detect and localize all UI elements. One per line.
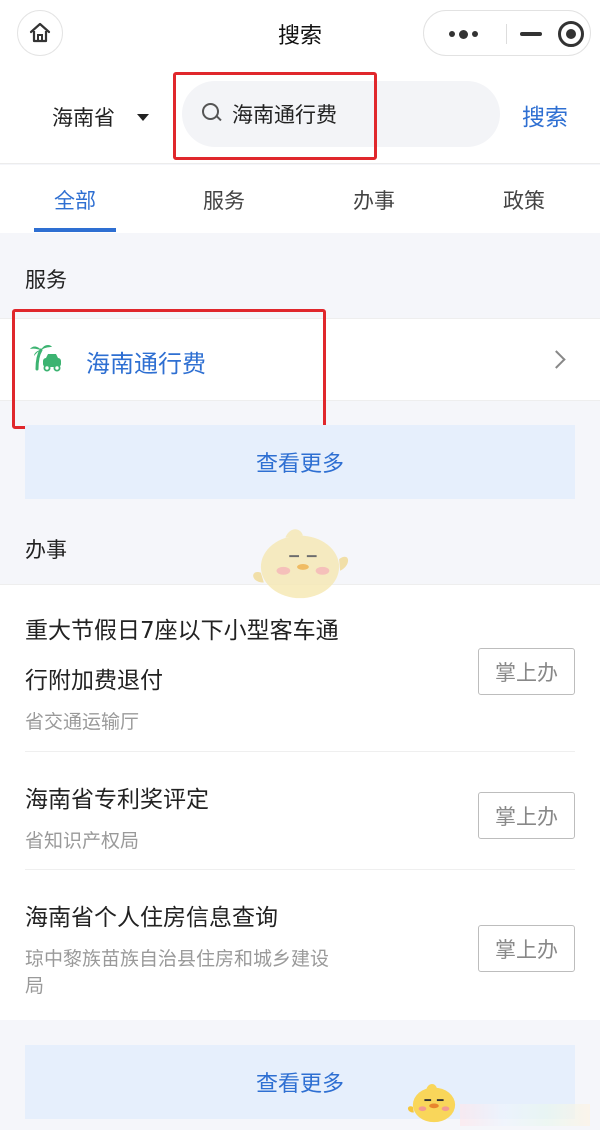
chevron-right-icon: [547, 350, 566, 369]
close-target-icon[interactable]: [558, 21, 584, 47]
services-more-button[interactable]: 查看更多: [25, 425, 575, 499]
services-section-title: 服务: [25, 268, 67, 292]
region-label: 海南省: [52, 106, 115, 130]
more-dots-icon-right: [471, 31, 478, 37]
service-item[interactable]: 海南通行费: [0, 318, 600, 401]
service-item-name: 海南通行费: [86, 350, 206, 378]
tab-services[interactable]: 服务: [174, 185, 274, 215]
search-bar: 海南省 搜索: [0, 66, 600, 164]
affair-department: 省交通运输厅: [25, 711, 140, 733]
capsule-divider: [506, 24, 507, 44]
more-dots-icon-center: [458, 29, 468, 39]
list-item[interactable]: 重大节假日7座以下小型客车通 行附加费退付 省交通运输厅 掌上办: [25, 585, 575, 752]
watermark-strip: [460, 1104, 590, 1126]
affair-title: 海南省个人住房信息查询: [25, 905, 278, 931]
mini-program-capsule: [423, 10, 591, 56]
chick-mascot-watermark-icon: [253, 529, 349, 599]
affair-department: 省知识产权局: [25, 830, 140, 852]
mobile-handle-button[interactable]: 掌上办: [478, 925, 575, 972]
tab-all[interactable]: 全部: [25, 185, 125, 215]
affair-title: 重大节假日7座以下小型客车通: [25, 618, 339, 644]
more-dots-icon: [448, 31, 455, 37]
mini-program-navbar: 搜索: [0, 0, 600, 66]
tab-policy[interactable]: 政策: [474, 185, 574, 215]
region-dropdown[interactable]: 海南省: [52, 102, 149, 132]
affair-title: 海南省专利奖评定: [25, 787, 209, 813]
caret-down-icon: [137, 113, 149, 121]
list-item[interactable]: 海南省个人住房信息查询 琼中黎族苗族自治县住房和城乡建设 局 掌上办: [25, 870, 575, 1021]
affairs-list: 重大节假日7座以下小型客车通 行附加费退付 省交通运输厅 掌上办 海南省专利奖评…: [0, 584, 600, 1020]
affairs-section-title: 办事: [25, 538, 67, 562]
search-button[interactable]: 搜索: [522, 98, 568, 132]
mobile-handle-button[interactable]: 掌上办: [478, 792, 575, 839]
tab-affairs[interactable]: 办事: [324, 185, 424, 215]
search-field[interactable]: [182, 81, 500, 147]
search-icon: [202, 103, 224, 125]
active-tab-indicator: [34, 228, 116, 232]
palm-car-logo-icon: [30, 345, 61, 372]
more-options-button[interactable]: [438, 20, 488, 48]
affair-department: 琼中黎族苗族自治县住房和城乡建设: [25, 948, 330, 970]
chick-mascot-corner-icon: [407, 1084, 456, 1123]
result-tabs: 全部 服务 办事 政策: [0, 165, 600, 233]
list-item[interactable]: 海南省专利奖评定 省知识产权局 掌上办: [25, 752, 575, 870]
affair-title-continued: 行附加费退付: [25, 668, 163, 694]
minimize-icon[interactable]: [520, 32, 542, 36]
affair-department-continued: 局: [25, 975, 45, 997]
search-input[interactable]: [232, 102, 472, 126]
mobile-handle-button[interactable]: 掌上办: [478, 648, 575, 695]
